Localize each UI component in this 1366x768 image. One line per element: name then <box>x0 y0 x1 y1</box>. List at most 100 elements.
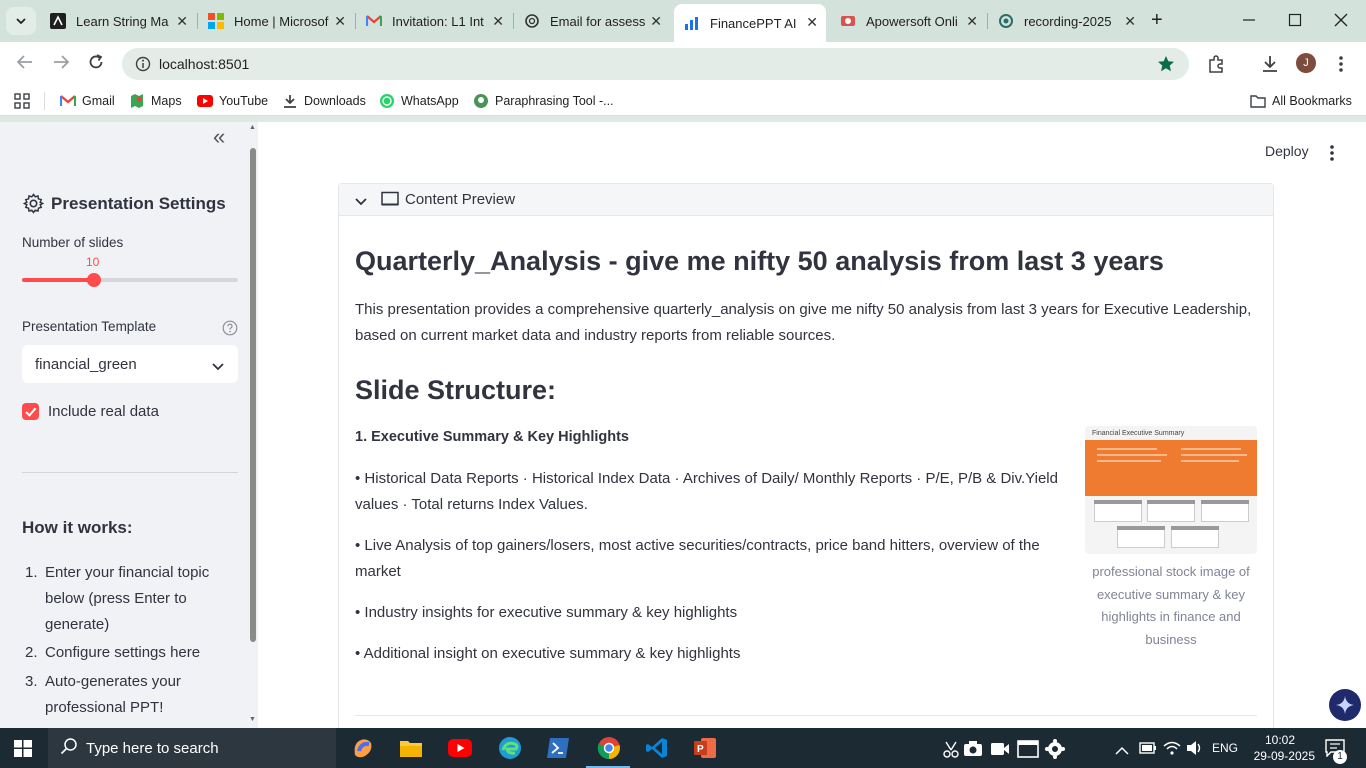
chrome-icon[interactable] <box>596 736 622 760</box>
close-icon[interactable]: ✕ <box>176 13 188 30</box>
edge-icon[interactable] <box>497 736 523 760</box>
template-select[interactable]: financial_green <box>22 345 238 383</box>
sidebar-scroll-thumb[interactable] <box>250 148 256 642</box>
windows-start-icon[interactable] <box>14 740 32 762</box>
real-data-checkbox[interactable] <box>22 403 39 420</box>
how-it-works-heading: How it works: <box>22 518 133 537</box>
checkmark-icon <box>25 407 37 417</box>
tab-label: Apowersoft Onli <box>866 13 958 29</box>
slides-slider-handle[interactable] <box>87 273 101 287</box>
bookmark-star-icon[interactable] <box>1157 55 1175 78</box>
bullet-list: • Historical Data Reports · Historical I… <box>355 466 1058 667</box>
language-indicator[interactable]: ENG <box>1212 741 1238 755</box>
forward-button[interactable] <box>52 53 70 76</box>
bookmark-label: Gmail <box>82 94 115 108</box>
apps-grid-icon[interactable] <box>14 93 30 109</box>
youtube-app-icon[interactable] <box>447 736 473 760</box>
back-button[interactable] <box>16 53 34 76</box>
tab-search-button[interactable] <box>6 7 36 35</box>
site-info-icon[interactable] <box>135 56 151 77</box>
tab-learn-string[interactable]: Learn String Ma ✕ <box>40 6 196 36</box>
download-icon[interactable] <box>1260 54 1280 79</box>
settings-gear-icon[interactable] <box>1045 739 1065 764</box>
gmail-icon <box>60 93 76 109</box>
bookmark-label: YouTube <box>219 94 269 108</box>
slides-slider-track[interactable] <box>22 273 238 287</box>
close-icon[interactable]: ✕ <box>334 13 346 30</box>
address-bar[interactable]: localhost:8501 <box>122 48 1189 80</box>
tab-recording[interactable]: recording-2025 ✕ <box>988 6 1144 36</box>
clock[interactable]: 10:02 29-09-2025 <box>1245 732 1315 764</box>
chatgpt-icon <box>524 13 540 29</box>
url-text[interactable]: localhost:8501 <box>159 56 249 72</box>
assistant-sparkle-button[interactable] <box>1329 689 1361 721</box>
taskbar-search-box[interactable]: Type here to search <box>48 728 336 768</box>
camera-icon[interactable] <box>963 740 983 763</box>
bullet-text: market <box>355 563 401 580</box>
maximize-button[interactable] <box>1288 6 1302 39</box>
scroll-down-icon[interactable]: ▼ <box>249 716 256 723</box>
minimize-button[interactable] <box>1242 6 1256 39</box>
tab-email-assessment[interactable]: Email for assess ✕ <box>514 6 670 36</box>
tab-microsoft-home[interactable]: Home | Microsof ✕ <box>198 6 354 36</box>
list-text: Configure settings here <box>45 644 201 661</box>
copilot-app-icon[interactable] <box>350 736 376 760</box>
deploy-button[interactable]: Deploy <box>1265 143 1309 159</box>
bookmark-youtube[interactable]: YouTube <box>197 93 268 109</box>
extensions-icon[interactable] <box>1207 54 1227 79</box>
close-icon[interactable]: ✕ <box>806 14 818 31</box>
tab-apowersoft[interactable]: Apowersoft Onli ✕ <box>830 6 986 36</box>
tab-invitation[interactable]: Invitation: L1 Int ✕ <box>356 6 512 36</box>
new-tab-button[interactable]: + <box>1151 9 1163 32</box>
vscode-icon[interactable] <box>644 736 670 760</box>
scroll-up-icon[interactable]: ▲ <box>249 124 256 131</box>
maximize-icon <box>1288 13 1302 27</box>
volume-icon[interactable] <box>1186 740 1204 761</box>
download-icon <box>282 93 298 109</box>
powershell-icon[interactable] <box>545 736 571 760</box>
window-icon[interactable] <box>1017 740 1039 763</box>
bookmark-maps[interactable]: Maps <box>129 93 182 109</box>
apowersoft-icon <box>840 13 856 29</box>
gmail-icon <box>366 13 382 29</box>
file-explorer-icon[interactable] <box>398 736 424 760</box>
site-favicon-icon <box>50 13 66 29</box>
wifi-icon[interactable] <box>1163 740 1181 761</box>
browser-menu-icon[interactable] <box>1338 54 1344 79</box>
tab-financeppt-active[interactable]: FinancePPT AI ✕ <box>674 4 826 42</box>
window-close-button[interactable] <box>1334 6 1348 39</box>
bookmark-downloads[interactable]: Downloads <box>282 93 366 109</box>
close-icon[interactable]: ✕ <box>1124 13 1136 30</box>
real-data-label[interactable]: Include real data <box>48 403 159 420</box>
expander-header[interactable]: Content Preview <box>339 184 1273 216</box>
sidebar-divider <box>22 472 238 473</box>
whatsapp-icon <box>379 93 395 109</box>
bookmark-whatsapp[interactable]: WhatsApp <box>379 93 459 109</box>
collapse-sidebar-button[interactable]: « <box>213 126 225 148</box>
all-bookmarks[interactable]: All Bookmarks <box>1250 93 1352 109</box>
chevron-up-icon[interactable] <box>1115 743 1129 761</box>
caption-text: highlights in finance and <box>1101 609 1241 624</box>
bookmark-paraphrasing-tool[interactable]: Paraphrasing Tool -... <box>473 93 614 109</box>
bookmark-gmail[interactable]: Gmail <box>60 93 115 109</box>
close-icon[interactable]: ✕ <box>492 13 504 30</box>
reload-button[interactable] <box>87 53 105 76</box>
clock-time: 10:02 <box>1264 733 1296 747</box>
powerpoint-icon[interactable]: P <box>692 736 718 760</box>
battery-icon[interactable] <box>1139 741 1157 760</box>
list-item: 3. Auto-generates your professional PPT! <box>25 669 240 721</box>
close-icon <box>1334 13 1348 27</box>
close-icon[interactable]: ✕ <box>650 13 662 30</box>
video-icon[interactable] <box>990 741 1010 762</box>
how-it-works-list: 1. Enter your financial topic below (pre… <box>25 560 240 721</box>
close-icon[interactable]: ✕ <box>966 13 978 30</box>
recording-icon <box>998 13 1014 29</box>
sidebar-title: Presentation Settings <box>51 194 226 213</box>
profile-avatar[interactable]: J <box>1296 53 1316 73</box>
bookmarks-bar: Gmail Maps YouTube Downloads WhatsApp Pa… <box>0 86 1366 116</box>
youtube-icon <box>197 93 213 109</box>
snipping-tool-icon[interactable] <box>942 740 960 763</box>
slide-heading: 1. Executive Summary & Key Highlights <box>355 429 629 445</box>
help-icon[interactable] <box>222 320 238 341</box>
app-menu-icon[interactable] <box>1329 144 1335 167</box>
